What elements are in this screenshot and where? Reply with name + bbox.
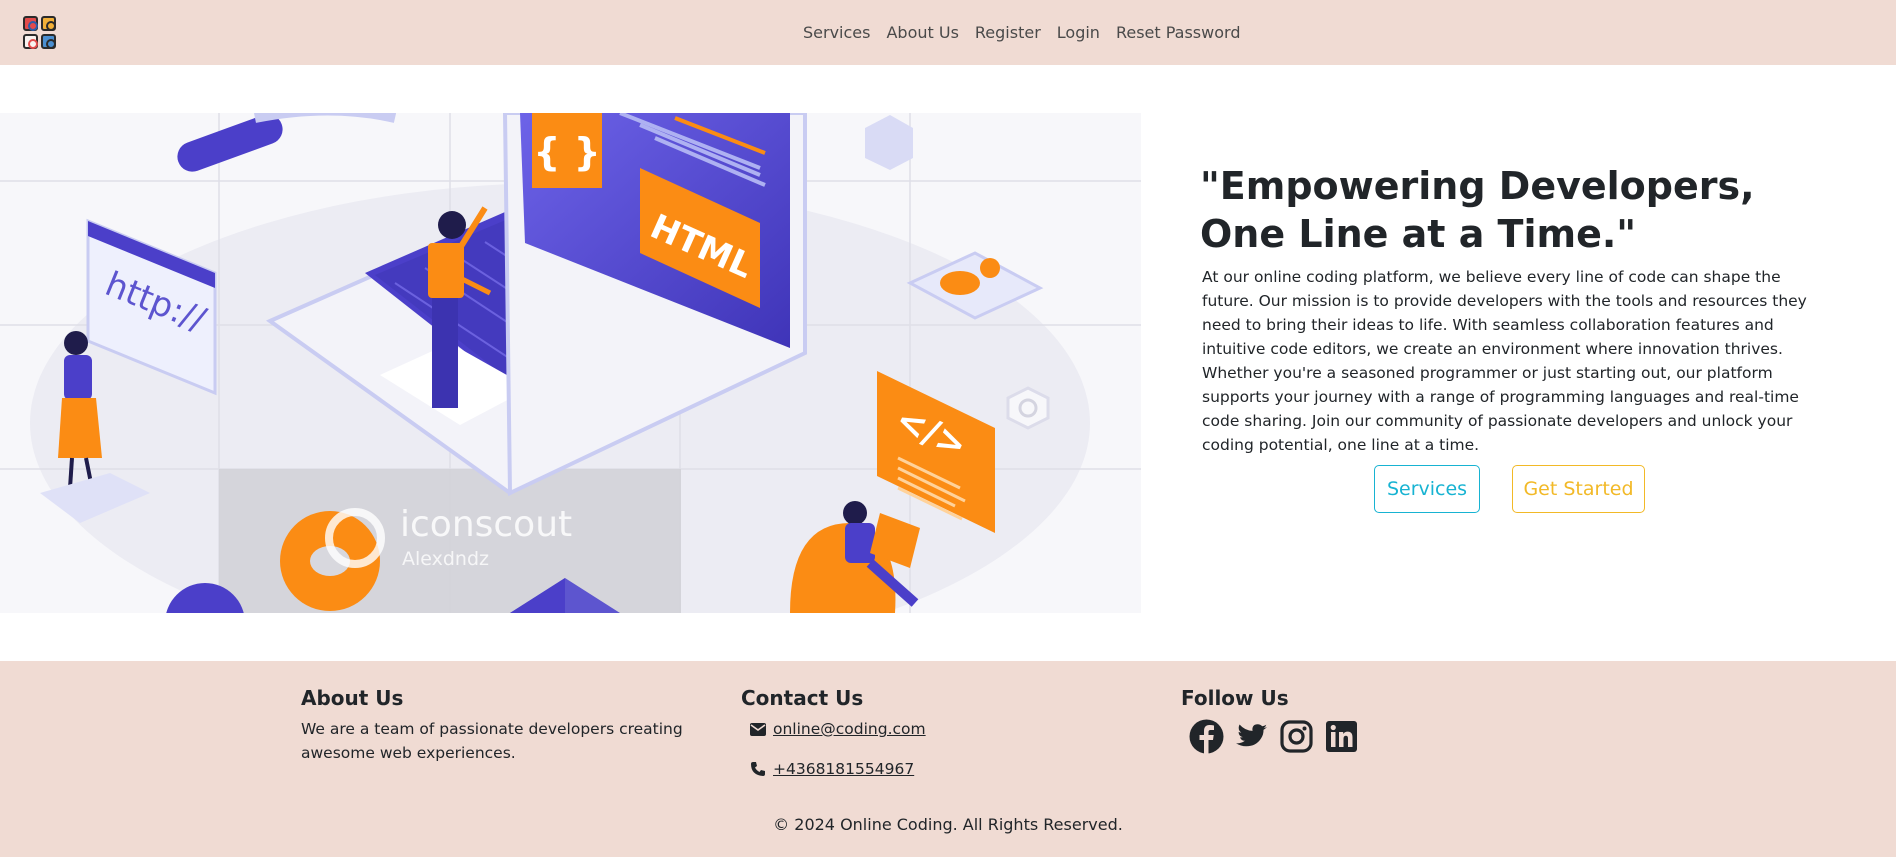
footer-follow: Follow Us	[1181, 685, 1481, 754]
footer-about-text: We are a team of passionate developers c…	[301, 720, 683, 762]
phone-icon	[749, 760, 767, 778]
copyright-text: © 2024 Online Coding. All Rights Reserve…	[773, 815, 1123, 834]
footer-follow-heading: Follow Us	[1181, 686, 1289, 710]
navbar: Services About Us Register Login Reset P…	[0, 0, 1896, 65]
get-started-button[interactable]: Get Started	[1512, 465, 1645, 513]
nav-link-services[interactable]: Services	[795, 20, 878, 46]
hero-title: "Empowering Developers, One Line at a Ti…	[1200, 164, 1755, 256]
contact-phone-row: +4368181554967	[741, 757, 1141, 781]
footer-about-heading: About Us	[301, 686, 404, 710]
watermark-text: iconscout	[400, 504, 572, 545]
logo-icon[interactable]	[22, 15, 57, 50]
hero-illustration: { } HTML http:// </> iconscout Alexdndz	[0, 113, 1141, 613]
watermark-author-text: Alexdndz	[402, 548, 489, 570]
footer: About Us We are a team of passionate dev…	[0, 661, 1896, 857]
social-icons	[1189, 719, 1481, 754]
nav-links: Services About Us Register Login Reset P…	[795, 20, 1248, 46]
linkedin-icon[interactable]	[1324, 719, 1359, 754]
footer-contact-heading: Contact Us	[741, 686, 864, 710]
nav-link-reset-password[interactable]: Reset Password	[1108, 20, 1249, 46]
facebook-icon[interactable]	[1189, 719, 1224, 754]
nav-link-register[interactable]: Register	[967, 20, 1049, 46]
braces-text: { }	[533, 130, 600, 174]
nav-link-about-us[interactable]: About Us	[878, 20, 966, 46]
contact-phone-link[interactable]: +4368181554967	[773, 760, 914, 778]
twitter-icon[interactable]	[1234, 719, 1269, 754]
contact-email-link[interactable]: online@coding.com	[773, 720, 926, 738]
nav-link-login[interactable]: Login	[1049, 20, 1108, 46]
hero-description: At our online coding platform, we believ…	[1202, 268, 1807, 454]
footer-about: About Us We are a team of passionate dev…	[301, 685, 721, 765]
services-button[interactable]: Services	[1374, 465, 1480, 513]
footer-contact: Contact Us online@coding.com +4368181554…	[741, 685, 1141, 781]
contact-email-row: online@coding.com	[741, 717, 1141, 741]
instagram-icon[interactable]	[1279, 719, 1314, 754]
envelope-icon	[749, 720, 767, 738]
